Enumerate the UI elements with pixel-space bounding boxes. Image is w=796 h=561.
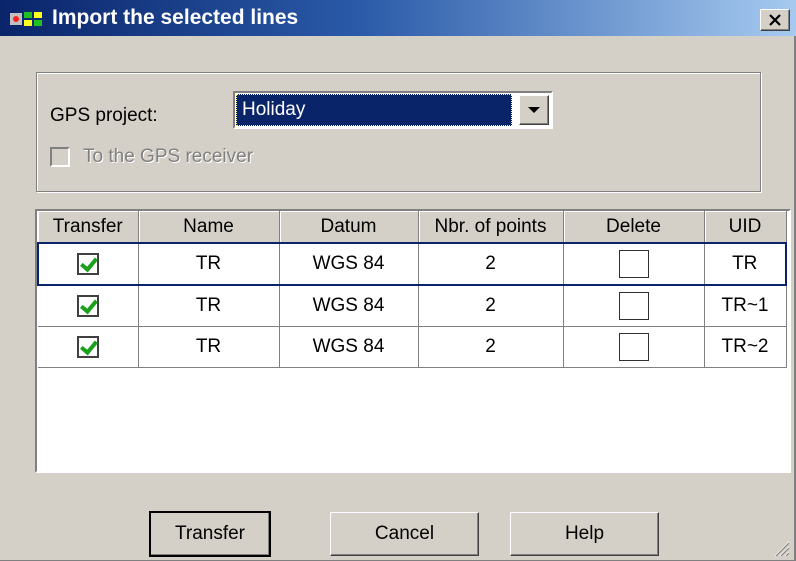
delete-cell[interactable] bbox=[563, 326, 705, 368]
gps-app-icon bbox=[10, 12, 42, 26]
name-cell[interactable]: TR bbox=[138, 242, 280, 286]
transfer-button[interactable]: Transfer bbox=[149, 511, 271, 557]
gps-receiver-checkbox[interactable] bbox=[50, 147, 70, 167]
table-header: Transfer Name Datum Nbr. of points Delet… bbox=[38, 211, 787, 244]
delete-cell[interactable] bbox=[563, 242, 705, 286]
title-bar[interactable]: Import the selected lines bbox=[0, 0, 796, 36]
table-row[interactable]: TR WGS 84 2 TR bbox=[37, 242, 787, 286]
lines-table: Transfer Name Datum Nbr. of points Delet… bbox=[35, 209, 791, 473]
column-header-name[interactable]: Name bbox=[138, 211, 280, 244]
uid-cell[interactable]: TR bbox=[704, 242, 787, 286]
import-dialog: Import the selected lines GPS project: H… bbox=[0, 0, 796, 561]
lines-grid: Transfer Name Datum Nbr. of points Delet… bbox=[37, 211, 787, 368]
datum-cell[interactable]: WGS 84 bbox=[279, 242, 419, 286]
column-header-datum[interactable]: Datum bbox=[279, 211, 419, 244]
delete-checkbox[interactable] bbox=[618, 292, 649, 320]
datum-cell[interactable]: WGS 84 bbox=[279, 326, 419, 368]
name-cell[interactable]: TR bbox=[138, 285, 280, 327]
datum-cell[interactable]: WGS 84 bbox=[279, 285, 419, 327]
project-group bbox=[36, 72, 761, 192]
chevron-down-icon bbox=[528, 107, 540, 113]
gps-project-label: GPS project: bbox=[50, 105, 158, 126]
transfer-checkbox[interactable] bbox=[77, 252, 100, 275]
table-row[interactable]: TR WGS 84 2 TR~2 bbox=[38, 326, 787, 368]
points-cell[interactable]: 2 bbox=[418, 285, 564, 327]
uid-cell[interactable]: TR~1 bbox=[704, 285, 787, 327]
close-button[interactable] bbox=[760, 9, 790, 31]
table-row[interactable]: TR WGS 84 2 TR~1 bbox=[38, 285, 787, 327]
delete-cell[interactable] bbox=[563, 285, 705, 327]
gps-project-value: Holiday bbox=[236, 94, 512, 126]
transfer-cell[interactable] bbox=[38, 285, 139, 327]
name-cell[interactable]: TR bbox=[138, 326, 280, 368]
resize-grip-icon[interactable] bbox=[770, 537, 790, 557]
help-button[interactable]: Help bbox=[510, 512, 659, 556]
dialog-title: Import the selected lines bbox=[52, 6, 299, 29]
close-icon bbox=[769, 14, 781, 26]
column-header-transfer[interactable]: Transfer bbox=[38, 211, 139, 244]
transfer-checkbox[interactable] bbox=[76, 294, 99, 317]
delete-checkbox[interactable] bbox=[618, 250, 649, 278]
uid-cell[interactable]: TR~2 bbox=[704, 326, 787, 368]
transfer-checkbox[interactable] bbox=[76, 335, 99, 358]
dropdown-button[interactable] bbox=[519, 95, 549, 125]
column-header-delete[interactable]: Delete bbox=[563, 211, 705, 244]
column-header-uid[interactable]: UID bbox=[704, 211, 787, 244]
transfer-cell[interactable] bbox=[38, 326, 139, 368]
column-header-points[interactable]: Nbr. of points bbox=[418, 211, 564, 244]
points-cell[interactable]: 2 bbox=[418, 326, 564, 368]
cancel-button[interactable]: Cancel bbox=[330, 512, 479, 556]
gps-project-dropdown[interactable]: Holiday bbox=[233, 91, 553, 129]
points-cell[interactable]: 2 bbox=[418, 242, 564, 286]
delete-checkbox[interactable] bbox=[618, 333, 649, 361]
gps-receiver-label: To the GPS receiver bbox=[83, 146, 254, 167]
transfer-cell[interactable] bbox=[37, 242, 139, 286]
